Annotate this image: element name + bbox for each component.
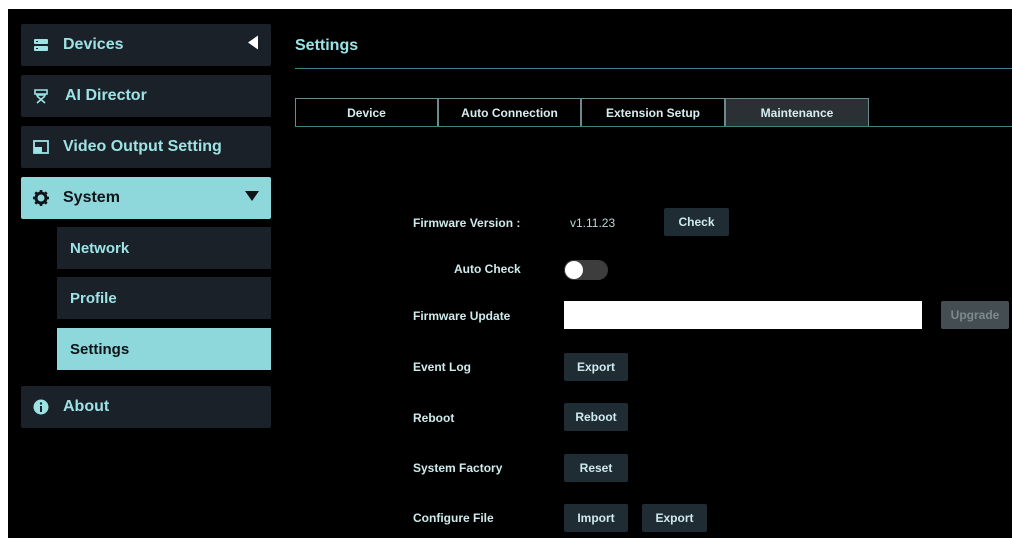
page-title: Settings: [295, 37, 359, 54]
sidebar-item-devices[interactable]: Devices: [21, 24, 271, 66]
sidebar-item-about[interactable]: About: [21, 386, 271, 428]
auto-check-label: Auto Check: [454, 262, 521, 276]
sidebar-subitem-settings[interactable]: Settings: [57, 328, 271, 370]
reboot-label: Reboot: [413, 411, 455, 425]
auto-check-toggle[interactable]: [564, 260, 608, 280]
firmware-version-label: Firmware Version :: [413, 216, 521, 230]
reset-button[interactable]: Reset: [564, 454, 628, 482]
reboot-button[interactable]: Reboot: [564, 403, 628, 431]
sidebar-subitem-label: Settings: [70, 340, 130, 358]
sidebar-item-label: About: [63, 398, 110, 415]
firmware-update-label: Firmware Update: [413, 309, 511, 323]
director-chair-icon: [33, 88, 49, 104]
sidebar-item-label: System: [63, 189, 120, 206]
sidebar-item-ai-director[interactable]: AI Director: [21, 75, 271, 117]
firmware-update-input[interactable]: [564, 301, 922, 329]
upgrade-button[interactable]: Upgrade: [941, 301, 1009, 329]
system-factory-label: System Factory: [413, 461, 503, 475]
tab-device[interactable]: Device: [295, 98, 438, 126]
sidebar-item-label: AI Director: [65, 87, 147, 104]
gear-icon: [33, 190, 49, 206]
server-icon: [33, 37, 49, 53]
sidebar-subitem-network[interactable]: Network: [57, 227, 271, 269]
check-button[interactable]: Check: [664, 208, 729, 236]
collapse-left-icon[interactable]: [247, 35, 259, 55]
sidebar-subitem-label: Network: [70, 239, 130, 257]
sidebar-subitem-label: Profile: [70, 289, 117, 307]
tabs-divider: [295, 126, 1012, 127]
tab-extension-setup[interactable]: Extension Setup: [581, 98, 725, 126]
configure-export-button[interactable]: Export: [642, 504, 707, 532]
sidebar-subitem-profile[interactable]: Profile: [57, 277, 271, 319]
sidebar-item-system[interactable]: System: [21, 177, 271, 219]
info-icon: [33, 399, 49, 415]
configure-file-label: Configure File: [413, 511, 494, 525]
chevron-down-icon[interactable]: [245, 189, 259, 207]
tab-maintenance[interactable]: Maintenance: [725, 98, 869, 126]
sidebar-item-label: Video Output Setting: [63, 138, 222, 155]
toggle-knob: [565, 261, 583, 279]
event-log-export-button[interactable]: Export: [564, 353, 628, 381]
sidebar-item-label: Devices: [63, 36, 124, 53]
app-window: Devices AI Director Video Output Setting…: [8, 9, 1012, 538]
sidebar-item-video-output-setting[interactable]: Video Output Setting: [21, 126, 271, 168]
event-log-label: Event Log: [413, 360, 472, 374]
import-button[interactable]: Import: [564, 504, 628, 532]
monitor-icon: [33, 139, 49, 155]
title-divider: [295, 68, 1012, 69]
tab-auto-connection[interactable]: Auto Connection: [438, 98, 581, 126]
firmware-version-value: v1.11.23: [570, 216, 616, 230]
